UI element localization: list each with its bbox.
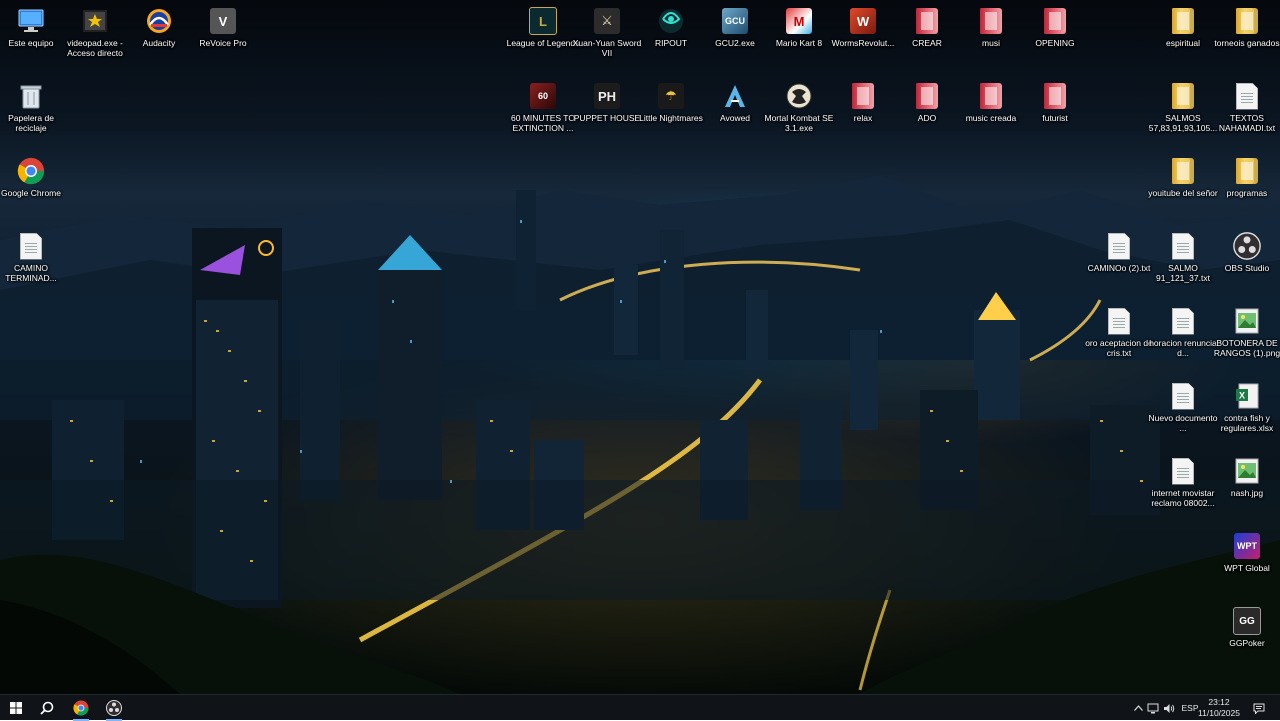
wpt-global-icon: WPT bbox=[1232, 531, 1262, 561]
desktop-icon[interactable]: torneois ganados bbox=[1209, 3, 1280, 75]
excel-file-icon: X bbox=[1232, 381, 1262, 411]
folder-icon bbox=[1232, 6, 1262, 36]
desktop[interactable]: Este equipo videopad.exe - Acceso directo… bbox=[0, 0, 1280, 694]
gcu2-icon: GCU bbox=[720, 6, 750, 36]
sixty-minutes-icon: 60 bbox=[528, 81, 558, 111]
folder-icon bbox=[912, 81, 942, 111]
image-file-icon bbox=[1232, 456, 1262, 486]
little-nightmares-icon: ☂ bbox=[656, 81, 686, 111]
taskbar: ESP 23:12 11/10/2025 bbox=[0, 694, 1280, 721]
desktop-icon-label: contra fish y regulares.xlsx bbox=[1220, 413, 1274, 433]
start-icon bbox=[10, 702, 22, 714]
desktop-icon-label: CAMINO TERMINAD... bbox=[5, 263, 57, 283]
folder-icon bbox=[1232, 156, 1262, 186]
svg-text:X: X bbox=[1239, 391, 1245, 401]
chrome-icon bbox=[16, 156, 46, 186]
text-file-icon bbox=[1104, 306, 1134, 336]
text-file-icon bbox=[1168, 456, 1198, 486]
desktop-icon[interactable]: Xcontra fish y regulares.xlsx bbox=[1209, 378, 1280, 450]
desktop-icon[interactable]: GG GGPoker bbox=[1209, 603, 1280, 675]
chevron-up-icon[interactable] bbox=[1131, 701, 1145, 715]
desktop-icon-label: torneois ganados bbox=[1214, 38, 1280, 48]
desktop-icon-label: nash.jpg bbox=[1230, 488, 1264, 498]
desktop-icon-label: OPENING bbox=[1035, 38, 1075, 48]
worms-icon: W bbox=[848, 6, 878, 36]
folder-icon bbox=[1168, 81, 1198, 111]
clock-time[interactable]: 23:12 bbox=[1198, 697, 1240, 707]
network-icon[interactable] bbox=[1146, 701, 1160, 715]
desktop-icon[interactable]: nash.jpg bbox=[1209, 453, 1280, 525]
folder-icon bbox=[1040, 6, 1070, 36]
videopad-icon bbox=[80, 6, 110, 36]
search-button[interactable] bbox=[31, 695, 63, 721]
clock-date[interactable]: 11/10/2025 bbox=[1198, 708, 1240, 718]
desktop-icon-label: GGPoker bbox=[1229, 638, 1265, 648]
notifications-icon[interactable] bbox=[1252, 701, 1266, 715]
folder-icon bbox=[1040, 81, 1070, 111]
text-file-icon bbox=[1168, 231, 1198, 261]
folder-icon bbox=[976, 81, 1006, 111]
folder-icon bbox=[1168, 156, 1198, 186]
desktop-icon[interactable]: WPT WPT Global bbox=[1209, 528, 1280, 600]
league-icon: L bbox=[528, 6, 558, 36]
recycle-bin-icon bbox=[16, 81, 46, 111]
text-file-icon bbox=[1232, 81, 1262, 111]
avowed-icon bbox=[720, 81, 750, 111]
desktop-icon-label: WPT Global bbox=[1224, 563, 1270, 573]
desktop-icon-label: Google Chrome bbox=[0, 188, 61, 198]
chrome-icon bbox=[73, 700, 89, 716]
desktop-icon-label: OBS Studio bbox=[1224, 263, 1270, 273]
desktop-icon-label: TEXTOS NAHAMADI.txt bbox=[1218, 113, 1276, 133]
text-file-icon bbox=[1168, 381, 1198, 411]
audacity-icon bbox=[144, 6, 174, 36]
start-button[interactable] bbox=[0, 695, 32, 721]
desktop-icon[interactable]: futurist bbox=[1017, 78, 1093, 150]
volume-icon[interactable] bbox=[1162, 701, 1176, 715]
desktop-icon-label: futurist bbox=[1042, 113, 1068, 123]
text-file-icon bbox=[1168, 306, 1198, 336]
desktop-icon[interactable]: OBS Studio bbox=[1209, 228, 1280, 300]
xuanyuan-icon: ⚔ bbox=[592, 6, 622, 36]
desktop-icon[interactable]: TEXTOS NAHAMADI.txt bbox=[1209, 78, 1280, 150]
text-file-icon bbox=[16, 231, 46, 261]
ggpoker-icon: GG bbox=[1232, 606, 1262, 636]
obs-icon bbox=[106, 700, 122, 716]
desktop-icon[interactable]: Papelera de reciclaje bbox=[0, 78, 69, 150]
desktop-icon[interactable]: BOTONERA DE RANGOS (1).png bbox=[1209, 303, 1280, 375]
mortal-kombat-icon bbox=[784, 81, 814, 111]
desktop-icon-label: Papelera de reciclaje bbox=[8, 113, 54, 133]
puppet-house-icon: PH bbox=[592, 81, 622, 111]
taskbar-obs[interactable] bbox=[98, 695, 130, 721]
desktop-icon-label: programas bbox=[1226, 188, 1268, 198]
computer-icon bbox=[16, 6, 46, 36]
search-icon bbox=[40, 701, 54, 715]
desktop-icon[interactable]: CAMINO TERMINAD... bbox=[0, 228, 69, 300]
ripout-icon bbox=[656, 6, 686, 36]
revoice-icon: V bbox=[208, 6, 238, 36]
desktop-icon-label: ReVoice Pro bbox=[199, 38, 247, 48]
folder-icon bbox=[976, 6, 1006, 36]
desktop-icon[interactable]: programas bbox=[1209, 153, 1280, 225]
language-indicator[interactable]: ESP bbox=[1180, 703, 1200, 713]
obs-icon bbox=[1232, 231, 1262, 261]
text-file-icon bbox=[1104, 231, 1134, 261]
mario-kart-icon: M bbox=[784, 6, 814, 36]
folder-icon bbox=[1168, 6, 1198, 36]
desktop-icon[interactable]: OPENING bbox=[1017, 3, 1093, 75]
taskbar-chrome[interactable] bbox=[65, 695, 97, 721]
desktop-icon[interactable]: Google Chrome bbox=[0, 153, 69, 225]
folder-icon bbox=[912, 6, 942, 36]
desktop-icon-label: BOTONERA DE RANGOS (1).png bbox=[1213, 338, 1280, 358]
desktop-icon[interactable]: V ReVoice Pro bbox=[185, 3, 261, 75]
folder-icon bbox=[848, 81, 878, 111]
image-file-icon bbox=[1232, 306, 1262, 336]
